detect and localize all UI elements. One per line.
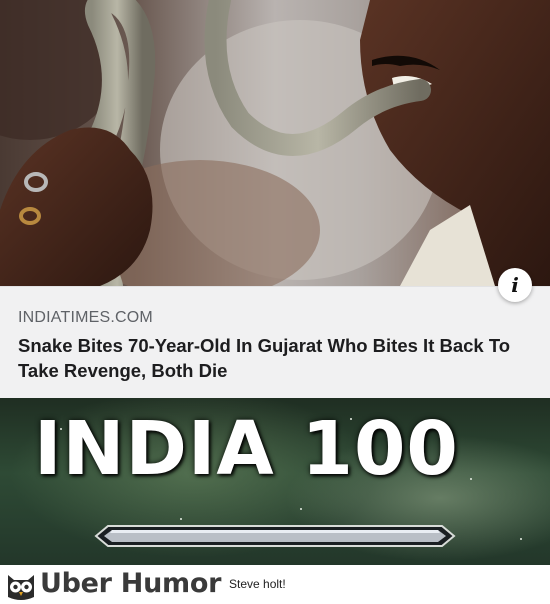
info-glyph: i [511, 273, 519, 297]
snake-charmer-image [0, 0, 550, 286]
meme-title: INDIA 100 [34, 406, 459, 492]
skill-level-bar [94, 525, 456, 547]
card-title[interactable]: Snake Bites 70-Year-Old In Gujarat Who B… [18, 333, 518, 383]
article-photo[interactable] [0, 0, 550, 286]
meme-banner: INDIA 100 [0, 398, 550, 565]
info-icon[interactable]: i [498, 268, 532, 302]
link-preview-card[interactable]: INDIATIMES.COM Snake Bites 70-Year-Old I… [0, 286, 550, 399]
watermark-footer: Uber Humor Steve holt! [0, 565, 550, 604]
star [520, 538, 522, 540]
brand-name: Uber Humor [40, 568, 222, 599]
star [470, 478, 472, 480]
card-source: INDIATIMES.COM [18, 309, 153, 326]
star [300, 508, 302, 510]
star [180, 518, 182, 520]
owl-logo-icon [8, 575, 34, 600]
post-caption: Steve holt! [229, 577, 286, 591]
